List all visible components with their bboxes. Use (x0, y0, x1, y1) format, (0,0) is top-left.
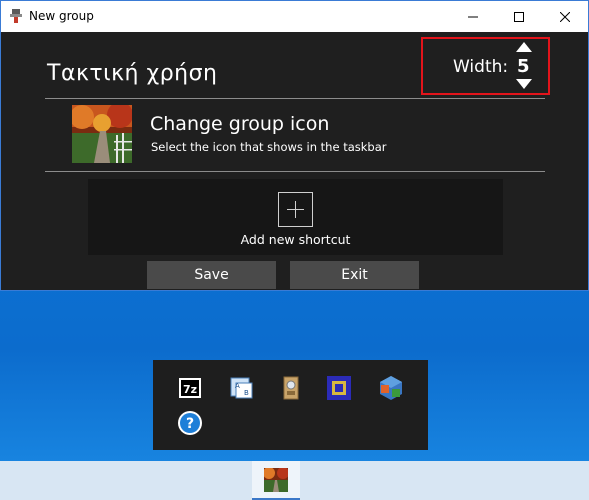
virtualbox-icon[interactable] (378, 375, 404, 401)
group-name-field[interactable]: Τακτική χρήση (47, 61, 218, 86)
exit-button[interactable]: Exit (290, 261, 419, 289)
help-icon[interactable]: ? (177, 410, 203, 436)
divider (45, 98, 545, 99)
width-increase-icon[interactable] (516, 42, 532, 52)
svg-text:A: A (235, 382, 240, 390)
divider (45, 171, 545, 172)
width-label: Width: (453, 57, 509, 77)
add-shortcut-panel[interactable]: Add new shortcut (88, 179, 503, 255)
svg-text:7z: 7z (183, 383, 197, 396)
svg-text:?: ? (186, 416, 194, 432)
cpu-icon[interactable] (326, 375, 352, 401)
taskbar-group-button[interactable] (252, 461, 300, 500)
change-icon-title[interactable]: Change group icon (150, 113, 329, 135)
group-icon-image[interactable] (72, 105, 132, 163)
7zip-icon[interactable]: 7z (177, 375, 203, 401)
maximize-button[interactable] (496, 1, 542, 32)
window-title: New group (29, 9, 94, 23)
titlebar[interactable]: New group (1, 1, 588, 32)
group-editor-window: New group Τακτική χρήση Width: 5 Change … (0, 0, 589, 291)
width-decrease-icon[interactable] (516, 79, 532, 89)
plus-icon[interactable] (278, 192, 313, 227)
width-control: Width: 5 (421, 37, 550, 95)
minimize-icon (468, 16, 478, 17)
taskbar (0, 461, 589, 500)
group-popup: 7z A B ? (153, 360, 428, 450)
close-icon (560, 11, 570, 22)
group-icon-thumbnail (264, 468, 288, 492)
app-icon (10, 9, 22, 23)
minimize-button[interactable] (450, 1, 496, 32)
add-shortcut-label: Add new shortcut (240, 232, 351, 247)
width-value: 5 (517, 56, 530, 77)
dictionary-icon[interactable]: A B (228, 375, 254, 401)
close-button[interactable] (542, 1, 588, 32)
svg-text:B: B (244, 389, 249, 397)
change-icon-subtitle: Select the icon that shows in the taskba… (151, 140, 387, 154)
save-button[interactable]: Save (147, 261, 276, 289)
archive-icon[interactable] (278, 375, 304, 401)
maximize-icon (514, 11, 524, 22)
